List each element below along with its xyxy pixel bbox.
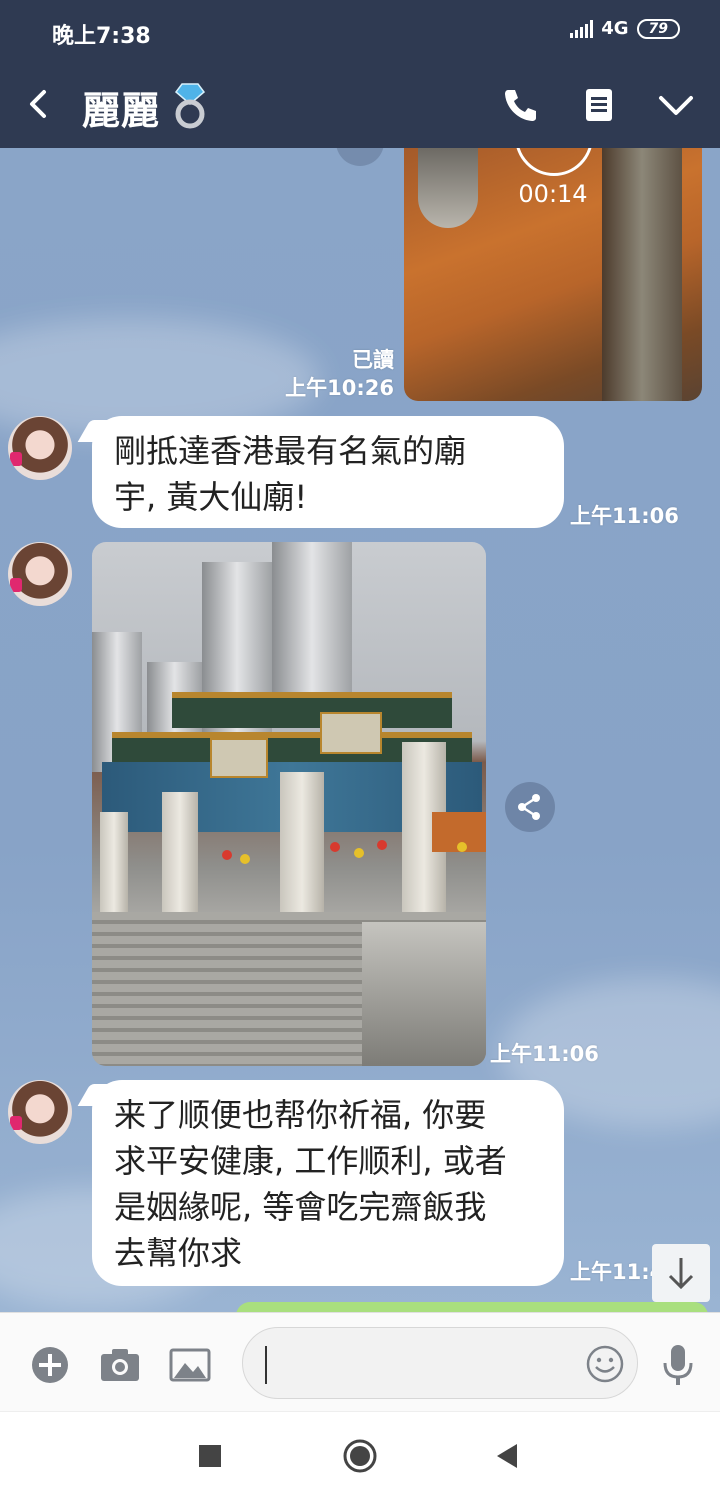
share-button[interactable] bbox=[505, 782, 555, 832]
status-time: 晚上7:38 bbox=[52, 24, 151, 49]
share-icon bbox=[518, 794, 540, 820]
message-bubble[interactable]: 来了顺便也帮你祈福, 你要 求平安健康, 工作顺利, 或者 是姻緣呢, 等會吃完… bbox=[77, 1080, 564, 1286]
plus-icon[interactable] bbox=[28, 1343, 72, 1387]
chat-area[interactable]: 00:14 已讀 上午10:26 剛抵達香港最有名氣的廟 宇, 黃大仙廟! 上午… bbox=[0, 148, 720, 1312]
video-message[interactable]: 00:14 bbox=[404, 148, 702, 401]
message-text-line: 来了顺便也帮你祈福, 你要 bbox=[114, 1096, 487, 1134]
system-navigation-bar bbox=[0, 1411, 720, 1498]
message-text-line: 去幫你求 bbox=[114, 1234, 243, 1272]
message-time: 上午10:26 bbox=[285, 376, 394, 400]
photo-message-temple[interactable] bbox=[92, 542, 486, 1066]
message-text-line: 是姻緣呢, 等會吃完齋飯我 bbox=[114, 1188, 487, 1226]
contact-name[interactable]: 麗麗 bbox=[82, 80, 160, 135]
message-bubble[interactable]: 剛抵達香港最有名氣的廟 宇, 黃大仙廟! bbox=[77, 416, 564, 528]
message-input[interactable] bbox=[242, 1327, 638, 1399]
play-icon[interactable] bbox=[515, 148, 593, 176]
share-button-partial[interactable] bbox=[336, 148, 384, 166]
video-duration: 00:14 bbox=[518, 180, 588, 208]
status-bar: 晚上7:38 4G 79 bbox=[0, 0, 720, 62]
message-text-line: 宇, 黃大仙廟! bbox=[114, 478, 308, 516]
status-icons: 4G 79 bbox=[570, 18, 680, 39]
scroll-to-bottom-button[interactable] bbox=[652, 1244, 710, 1302]
message-text-line: 求平安健康, 工作顺利, 或者 bbox=[114, 1142, 507, 1180]
home-icon[interactable] bbox=[340, 1436, 380, 1476]
network-type: 4G bbox=[601, 18, 629, 39]
image-gallery-icon[interactable] bbox=[168, 1343, 212, 1387]
microphone-icon[interactable] bbox=[656, 1343, 700, 1387]
avatar[interactable] bbox=[8, 1080, 72, 1144]
back-nav-icon[interactable] bbox=[488, 1436, 528, 1476]
outgoing-bubble-partial[interactable] bbox=[236, 1302, 708, 1312]
message-time: 上午11:06 bbox=[490, 1042, 599, 1066]
arrow-down-icon bbox=[668, 1258, 694, 1290]
chevron-down-icon[interactable] bbox=[655, 84, 697, 126]
back-icon[interactable] bbox=[20, 84, 60, 124]
chat-header: 麗麗 bbox=[0, 62, 720, 148]
notes-icon[interactable] bbox=[578, 84, 620, 126]
camera-icon[interactable] bbox=[98, 1343, 142, 1387]
message-time: 上午11:06 bbox=[570, 504, 679, 528]
avatar[interactable] bbox=[8, 416, 72, 480]
phone-call-icon[interactable] bbox=[500, 84, 542, 126]
message-input-bar bbox=[0, 1312, 720, 1412]
emoji-icon[interactable] bbox=[585, 1344, 625, 1384]
signal-icon bbox=[570, 19, 594, 38]
message-text-line: 剛抵達香港最有名氣的廟 bbox=[114, 432, 467, 470]
recent-apps-icon[interactable] bbox=[190, 1436, 230, 1476]
ring-emoji-icon bbox=[174, 83, 206, 129]
battery-icon: 79 bbox=[636, 18, 680, 39]
avatar[interactable] bbox=[8, 542, 72, 606]
read-status: 已讀 bbox=[352, 348, 394, 372]
